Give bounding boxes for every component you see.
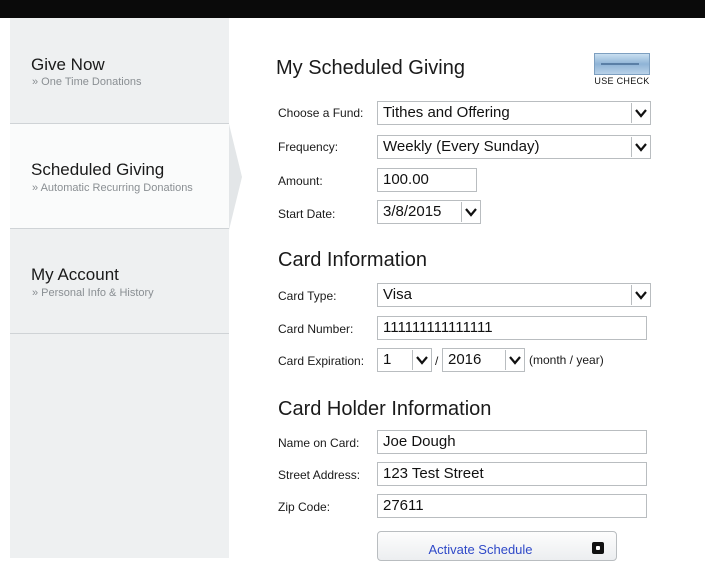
chevron-down-icon	[631, 137, 649, 157]
expiration-month-select[interactable]: 1	[377, 348, 432, 372]
zip-code-label: Zip Code:	[278, 500, 331, 514]
active-indicator-arrow	[229, 124, 242, 230]
frequency-value: Weekly (Every Sunday)	[383, 138, 540, 155]
name-on-card-input[interactable]: Joe Dough	[377, 430, 647, 454]
street-address-input[interactable]: 123 Test Street	[377, 462, 647, 486]
expiration-year-value: 2016	[448, 351, 482, 368]
sidebar-divider	[10, 333, 229, 334]
chevron-down-icon	[412, 350, 430, 370]
sidebar-item-give-now[interactable]: Give Now » One Time Donations	[10, 18, 229, 123]
chevron-down-icon	[461, 202, 479, 222]
start-date-label: Start Date:	[278, 207, 336, 221]
sidebar-divider	[10, 123, 229, 124]
name-on-card-label: Name on Card:	[278, 436, 360, 450]
sidebar-item-scheduled-giving[interactable]: Scheduled Giving » Automatic Recurring D…	[10, 124, 229, 228]
sidebar-item-subtitle: » Personal Info & History	[32, 287, 154, 299]
start-date-select[interactable]: 3/8/2015	[377, 200, 481, 224]
card-expiration-label: Card Expiration:	[278, 354, 365, 368]
frequency-label: Frequency:	[278, 140, 339, 154]
sidebar-item-title: Scheduled Giving	[31, 160, 165, 179]
card-section-title: Card Information	[278, 249, 427, 271]
sidebar-divider	[10, 228, 229, 229]
page-title: My Scheduled Giving	[276, 57, 465, 79]
start-date-value: 3/8/2015	[383, 203, 442, 220]
frequency-select[interactable]: Weekly (Every Sunday)	[377, 135, 651, 159]
stop-icon	[592, 542, 604, 554]
fund-select[interactable]: Tithes and Offering	[377, 101, 651, 125]
chevron-down-icon	[505, 350, 523, 370]
check-icon	[594, 53, 650, 75]
amount-label: Amount:	[278, 174, 323, 188]
amount-input[interactable]: 100.00	[377, 168, 477, 192]
sidebar-item-my-account[interactable]: My Account » Personal Info & History	[10, 229, 229, 333]
activate-schedule-label: Activate Schedule	[428, 542, 533, 557]
chevron-down-icon	[631, 285, 649, 305]
card-type-value: Visa	[383, 286, 412, 303]
fund-value: Tithes and Offering	[383, 104, 510, 121]
use-check-button[interactable]: USE CHECK	[593, 53, 651, 87]
chevron-down-icon	[631, 103, 649, 123]
card-number-input[interactable]: 111111111111111	[377, 316, 647, 340]
activate-schedule-button[interactable]: Activate Schedule	[377, 531, 617, 561]
top-bar	[0, 0, 705, 18]
sidebar-item-title: Give Now	[31, 55, 105, 74]
expiration-separator: /	[435, 354, 439, 368]
sidebar: Give Now » One Time Donations Scheduled …	[10, 18, 229, 558]
sidebar-item-title: My Account	[31, 265, 119, 284]
card-number-label: Card Number:	[278, 322, 354, 336]
expiration-year-select[interactable]: 2016	[442, 348, 525, 372]
fund-label: Choose a Fund:	[278, 106, 364, 120]
street-address-label: Street Address:	[278, 468, 361, 482]
use-check-label: USE CHECK	[594, 76, 650, 86]
expiration-month-value: 1	[383, 351, 392, 368]
expiration-hint: (month / year)	[529, 353, 604, 367]
sidebar-item-subtitle: » One Time Donations	[32, 76, 142, 88]
card-type-label: Card Type:	[278, 289, 337, 303]
holder-section-title: Card Holder Information	[278, 398, 492, 420]
sidebar-item-subtitle: » Automatic Recurring Donations	[32, 182, 193, 194]
zip-code-input[interactable]: 27611	[377, 494, 647, 518]
card-type-select[interactable]: Visa	[377, 283, 651, 307]
